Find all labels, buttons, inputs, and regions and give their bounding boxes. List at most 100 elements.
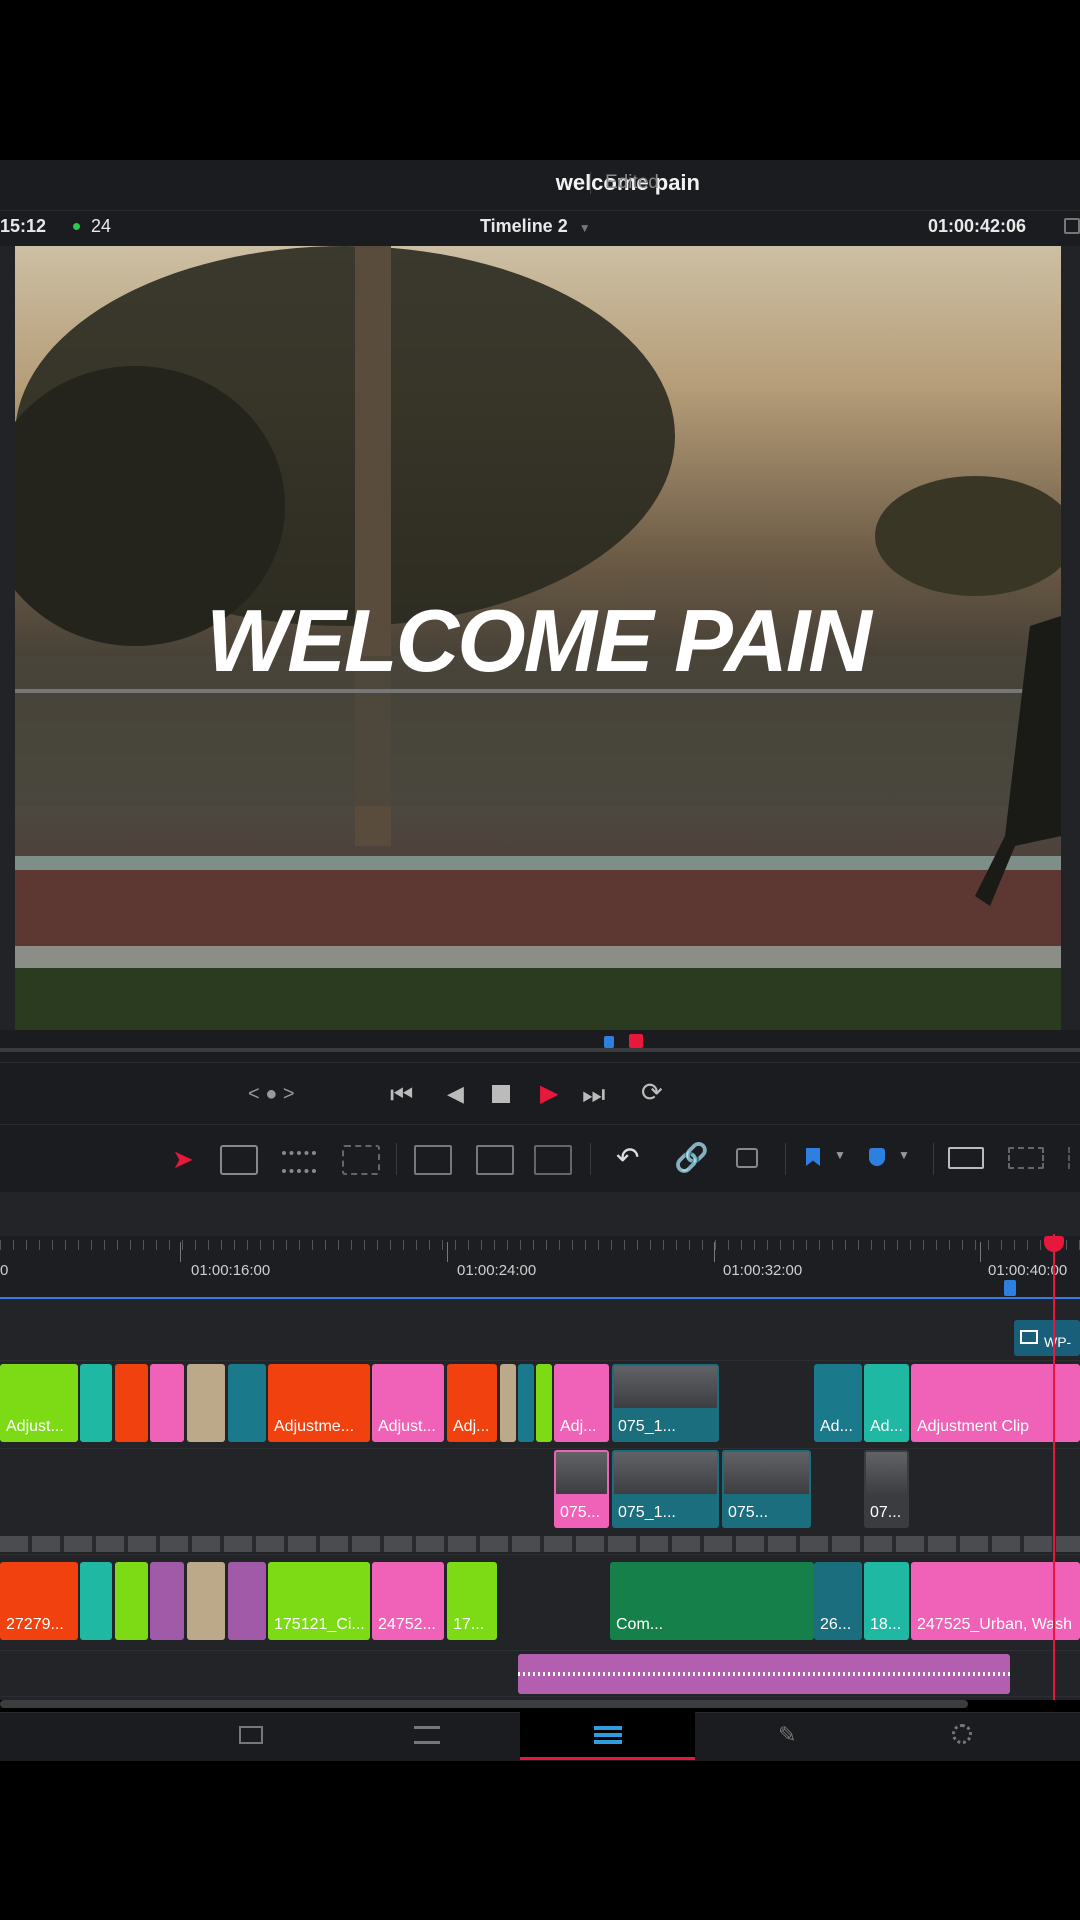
timeline-clip[interactable]: 075... <box>722 1450 811 1528</box>
timeline-marker-icon[interactable] <box>1004 1280 1016 1296</box>
edit-page-button[interactable] <box>520 1712 695 1760</box>
timeline-clip[interactable]: Adj... <box>554 1364 609 1442</box>
timeline-clip[interactable] <box>115 1562 148 1640</box>
link-icon[interactable]: 🔗 <box>674 1141 709 1174</box>
timeline-clip[interactable]: Adj... <box>447 1364 497 1442</box>
toolbar-divider <box>933 1143 934 1175</box>
timeline-clip[interactable] <box>150 1562 184 1640</box>
zoom-full-icon[interactable] <box>948 1147 984 1169</box>
clip-label: 18... <box>870 1616 902 1633</box>
timeline-clip[interactable]: Adjust... <box>372 1364 444 1442</box>
title-clip[interactable]: WP- <box>1014 1320 1080 1356</box>
timeline-clip[interactable]: 17... <box>447 1562 497 1640</box>
timeline-clip[interactable] <box>150 1364 184 1442</box>
timeline-ruler[interactable] <box>0 1236 1080 1298</box>
image-icon <box>1020 1330 1038 1344</box>
stop-icon[interactable] <box>492 1085 510 1103</box>
timeline-clip[interactable] <box>80 1562 112 1640</box>
timeline-clip[interactable] <box>518 1364 534 1442</box>
insert-clip-icon[interactable] <box>414 1145 452 1175</box>
timeline-clip[interactable] <box>500 1364 516 1442</box>
frame-rate: 24 <box>91 216 112 236</box>
toolbar-divider <box>590 1143 591 1175</box>
timeline-clip[interactable]: Com... <box>610 1562 814 1640</box>
color-wheel-icon <box>952 1724 972 1744</box>
clip-thumbnail <box>614 1452 717 1494</box>
timeline-clip[interactable] <box>187 1562 225 1640</box>
timeline-clip[interactable]: 27279... <box>0 1562 78 1640</box>
chevron-down-icon[interactable]: ▼ <box>898 1148 910 1162</box>
viewer-left-rail <box>0 246 15 1030</box>
timeline-clip[interactable]: 24752... <box>372 1562 444 1640</box>
skip-to-end-icon[interactable]: ⏭ <box>582 1079 605 1111</box>
render-range-bar <box>0 1297 1080 1299</box>
viewer-right-rail <box>1061 246 1080 1030</box>
replace-clip-icon[interactable] <box>534 1145 572 1175</box>
timeline-clip[interactable]: 075_1... <box>612 1450 719 1528</box>
timeline-playhead[interactable] <box>1053 1234 1055 1700</box>
marker-icon[interactable] <box>604 1036 614 1048</box>
dynamic-trim-icon[interactable] <box>342 1145 380 1175</box>
loop-icon[interactable]: ⟳ <box>641 1077 663 1108</box>
selection-tool-icon[interactable]: ➤ <box>172 1144 194 1175</box>
media-icon <box>239 1726 263 1744</box>
cut-page-button[interactable] <box>340 1712 515 1760</box>
clip-label: Com... <box>616 1616 664 1633</box>
clip-label: 27279... <box>6 1616 64 1633</box>
timeline-clip[interactable]: Ad... <box>814 1364 862 1442</box>
play-icon[interactable]: ▶ <box>540 1079 558 1108</box>
timeline-clip[interactable]: 18... <box>864 1562 909 1640</box>
audio-clip[interactable] <box>518 1654 1010 1694</box>
timeline-selector[interactable]: Timeline 2 ▼ <box>480 216 591 237</box>
timeline-clip[interactable]: 07... <box>864 1450 909 1528</box>
snapping-icon[interactable]: ↶ <box>616 1141 639 1174</box>
playhead-handle[interactable] <box>629 1034 643 1048</box>
zoom-detail-icon[interactable] <box>1008 1147 1044 1169</box>
clip-label: 075... <box>728 1504 769 1521</box>
skip-to-start-icon[interactable]: ⏮ <box>390 1079 413 1111</box>
ruler-major-tick <box>980 1242 981 1262</box>
timeline-clip[interactable]: 26... <box>814 1562 862 1640</box>
clip-label: Adj... <box>560 1418 597 1435</box>
media-page-button[interactable] <box>165 1712 340 1760</box>
overwrite-clip-icon[interactable] <box>476 1145 514 1175</box>
timeline-clip[interactable] <box>187 1364 225 1442</box>
jog-control[interactable]: < ● > <box>248 1083 295 1106</box>
clip-label: 247525_Urban, Wash <box>917 1616 1073 1633</box>
zoom-custom-icon[interactable] <box>1068 1147 1080 1169</box>
viewer-scrubber[interactable] <box>0 1030 1080 1062</box>
fullscreen-icon[interactable] <box>1064 218 1080 234</box>
lock-icon[interactable] <box>736 1148 758 1168</box>
thumbnail-strip <box>0 1536 1080 1552</box>
clip-thumbnail <box>556 1452 607 1494</box>
timeline-clip[interactable]: 075_1... <box>612 1364 719 1442</box>
timeline-clip[interactable]: 075... <box>554 1450 609 1528</box>
color-page-button[interactable] <box>876 1712 1051 1760</box>
timeline-clip[interactable]: Adjust... <box>0 1364 78 1442</box>
timeline-clip[interactable] <box>228 1364 266 1442</box>
toolbar-divider <box>396 1143 397 1175</box>
clip-label: Adjustme... <box>274 1418 355 1435</box>
marker-icon[interactable] <box>869 1148 885 1166</box>
chevron-down-icon[interactable]: ▼ <box>834 1148 846 1162</box>
title-overlay-text: WELCOME PAIN <box>206 591 872 690</box>
ruler-label: 01:00:32:00 <box>723 1262 803 1279</box>
play-reverse-icon[interactable]: ◀ <box>447 1081 464 1107</box>
clip-label: Adjustment Clip <box>917 1418 1030 1435</box>
timeline-clip[interactable]: 175121_Ci... <box>268 1562 370 1640</box>
trim-tool-icon[interactable] <box>220 1145 258 1175</box>
edit-icon <box>594 1726 622 1744</box>
blade-tool-icon[interactable] <box>282 1151 316 1173</box>
fusion-page-button[interactable]: ✎ <box>700 1712 875 1760</box>
timeline-clip[interactable] <box>115 1364 148 1442</box>
timeline-scrollbar[interactable] <box>0 1700 968 1708</box>
timeline-clip[interactable]: Adjustme... <box>268 1364 370 1442</box>
timeline-clip[interactable] <box>80 1364 112 1442</box>
chevron-down-icon: ▼ <box>578 221 591 235</box>
timeline-clip[interactable]: Ad... <box>864 1364 909 1442</box>
timeline-clip[interactable] <box>536 1364 552 1442</box>
clip-label: Ad... <box>870 1418 903 1435</box>
cut-icon <box>414 1726 440 1744</box>
ruler-label: 01:00:24:00 <box>457 1262 537 1279</box>
timeline-clip[interactable] <box>228 1562 266 1640</box>
